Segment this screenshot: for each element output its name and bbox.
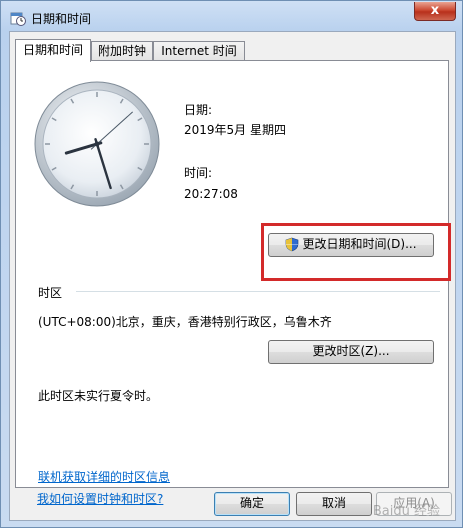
tab-internet-time[interactable]: Internet 时间 (153, 41, 245, 61)
how-to-set-clock-link[interactable]: 我如何设置时钟和时区? (37, 490, 163, 507)
title-bar[interactable]: 日期和时间 x (1, 1, 462, 35)
online-timezone-info-link[interactable]: 联机获取详细的时区信息 (38, 468, 170, 485)
tab-panel-date-time: 日期: 2019年5月 星期四 时间: 20:27:08 更改日期和时间(D).… (15, 60, 451, 488)
date-label: 日期: (184, 103, 213, 117)
ok-button[interactable]: 确定 (214, 492, 290, 516)
uac-shield-icon (286, 237, 299, 252)
time-value: 20:27:08 (184, 187, 238, 201)
close-icon: x (430, 3, 440, 18)
dialog-body: 日期和时间 附加时钟 Internet 时间 日期: 2019年5月 星期四 时… (9, 31, 456, 521)
window-title: 日期和时间 (31, 12, 92, 26)
date-value: 2019年5月 星期四 (184, 123, 286, 137)
dst-note: 此时区未实行夏令时。 (38, 389, 159, 403)
change-date-time-label: 更改日期和时间(D)... (302, 237, 417, 251)
timezone-value: (UTC+08:00)北京，重庆，香港特别行政区，乌鲁木齐 (38, 315, 332, 329)
tab-additional-clocks[interactable]: 附加时钟 (91, 41, 153, 61)
watermark: Baidu 经验 (372, 504, 440, 519)
dialog-window: 日期和时间 x 日期和时间 附加时钟 Internet 时间 日期: 2019年… (0, 0, 463, 528)
time-label: 时间: (184, 166, 213, 180)
change-date-time-button[interactable]: 更改日期和时间(D)... (268, 233, 434, 257)
close-button[interactable]: x (414, 2, 456, 21)
change-timezone-button[interactable]: 更改时区(Z)... (268, 340, 434, 364)
timezone-divider (76, 291, 440, 292)
cancel-button[interactable]: 取消 (296, 492, 372, 516)
tab-date-time[interactable]: 日期和时间 (15, 39, 91, 62)
timezone-section-label: 时区 (38, 286, 63, 300)
analog-clock (34, 81, 160, 207)
clock-calendar-icon (10, 12, 26, 26)
